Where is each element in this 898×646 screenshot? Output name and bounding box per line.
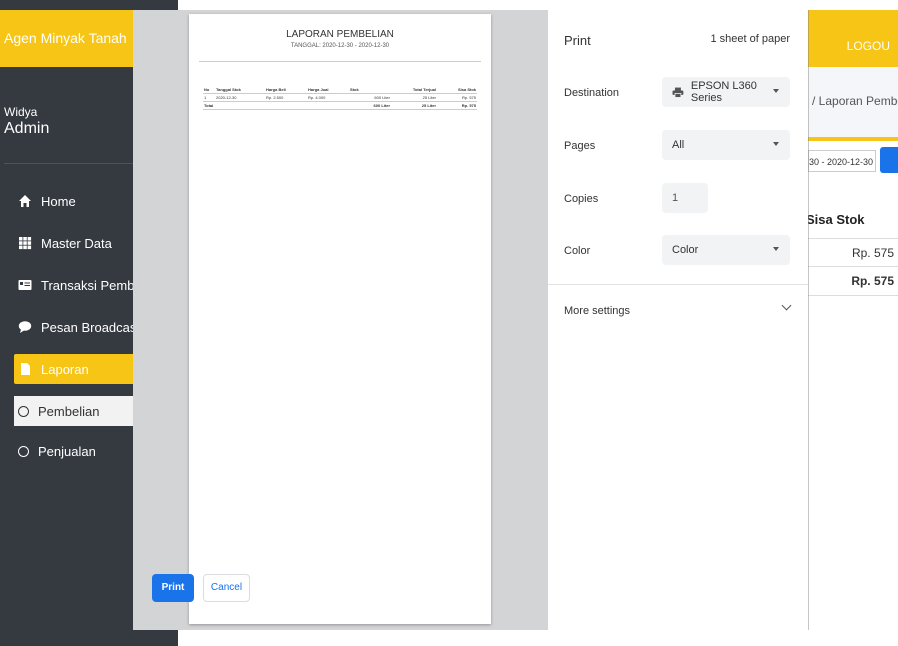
column-header: Harga Beli: [265, 86, 307, 94]
table-row: 1 2020-12-30 Rp. 2.500 Rp. 4.000 600 Lit…: [203, 93, 477, 102]
caret-down-icon: [773, 89, 779, 93]
caret-down-icon: [773, 247, 779, 251]
sidebar-item-pesan-broadcast[interactable]: Pesan Broadcast: [18, 313, 140, 341]
table-cell: Rp. 575: [437, 101, 477, 110]
sidebar-item-label: Pesan Broadcast: [41, 319, 141, 335]
breadcrumb[interactable]: / Laporan Pembeli: [812, 94, 898, 108]
report-divider: [199, 61, 481, 62]
table-cell: [215, 101, 265, 110]
sidebar-item-label: Pembelian: [38, 403, 100, 419]
column-header: Harga Jual: [307, 86, 349, 94]
card-top-border: [808, 137, 898, 141]
table-cell: Rp. 2.500: [265, 93, 307, 102]
column-header: Tanggal Stok: [215, 86, 265, 94]
cancel-button[interactable]: Cancel: [203, 574, 250, 602]
table-header-sisa-stok: Sisa Stok: [806, 212, 865, 227]
printer-icon: [672, 87, 684, 98]
print-settings-panel: Print 1 sheet of paper Destination EPSON…: [548, 10, 808, 630]
table-total-row: Total 600 Liter 25 Liter Rp. 575: [203, 101, 477, 110]
column-header: Total Terjual: [391, 86, 437, 94]
table-cell: 600 Liter: [349, 93, 391, 102]
table-cell: Rp. 575: [851, 246, 894, 260]
circle-icon: [18, 405, 29, 417]
table-row: Rp. 575: [800, 238, 898, 267]
sidebar-item-home[interactable]: Home: [18, 187, 76, 215]
sidebar-item-label: Laporan: [41, 361, 89, 377]
table-cell: Total: [203, 101, 215, 110]
sidebar-item-master-data[interactable]: Master Data: [18, 229, 112, 257]
caret-down-icon: [773, 142, 779, 146]
chevron-down-icon[interactable]: [781, 300, 792, 311]
table-cell: 25 Liter: [391, 93, 437, 102]
table-cell: Rp. 575: [437, 93, 477, 102]
table-cell: 25 Liter: [391, 101, 437, 110]
sidebar-item-label: Home: [41, 193, 76, 209]
table-total-row: Rp. 575: [800, 266, 898, 296]
sidebar-item-label: Master Data: [41, 235, 112, 251]
grid-icon: [19, 237, 32, 250]
color-label: Color: [564, 245, 591, 257]
logout-link[interactable]: LOGOU: [847, 39, 890, 53]
color-value: Color: [672, 244, 699, 256]
table-cell: [307, 101, 349, 110]
destination-select[interactable]: EPSON L360 Series: [662, 77, 790, 107]
preview-page: LAPORAN PEMBELIAN TANGGAL: 2020-12-30 - …: [189, 14, 491, 624]
table-cell: 600 Liter: [349, 101, 391, 110]
column-header: Sisa Stok: [437, 86, 477, 94]
user-name: Widya: [4, 105, 38, 119]
table-cell: 1: [203, 93, 215, 102]
table-cell: Rp. 575: [851, 274, 894, 288]
column-header: No: [203, 86, 215, 94]
circle-icon: [18, 445, 29, 457]
report-table-header: No Tanggal Stok Harga Beli Harga Jual St…: [203, 86, 477, 94]
pages-value: All: [672, 139, 685, 151]
date-range-input[interactable]: 30 - 2020-12-30: [808, 150, 876, 172]
copies-input[interactable]: 1: [662, 183, 708, 213]
print-button[interactable]: Print: [152, 574, 194, 602]
sidebar-item-penjualan[interactable]: Penjualan: [18, 437, 96, 465]
report-title: LAPORAN PEMBELIAN: [286, 29, 394, 40]
report-subtitle: TANGGAL: 2020-12-30 - 2020-12-30: [290, 43, 390, 49]
print-report-button[interactable]: [880, 147, 898, 173]
report-table: No Tanggal Stok Harga Beli Harga Jual St…: [203, 86, 477, 110]
sidebar-item-label: Penjualan: [38, 443, 96, 459]
color-select[interactable]: Color: [662, 235, 790, 265]
id-card-icon: [18, 280, 32, 290]
home-icon: [19, 195, 31, 207]
destination-label: Destination: [564, 87, 620, 99]
sheet-count: 1 sheet of paper: [710, 33, 790, 45]
table-cell: Rp. 4.000: [307, 93, 349, 102]
panel-divider: [548, 284, 808, 285]
comment-icon: [18, 321, 32, 333]
column-header: Stok: [349, 86, 391, 94]
print-dialog-title: Print: [564, 33, 591, 48]
table-cell: 2020-12-30: [215, 93, 265, 102]
pages-select[interactable]: All: [662, 130, 790, 160]
copies-label: Copies: [564, 193, 599, 205]
pages-label: Pages: [564, 140, 596, 152]
user-role: Admin: [4, 120, 50, 137]
table-cell: [265, 101, 307, 110]
more-settings-toggle[interactable]: More settings: [564, 305, 630, 317]
file-icon: [21, 363, 30, 375]
